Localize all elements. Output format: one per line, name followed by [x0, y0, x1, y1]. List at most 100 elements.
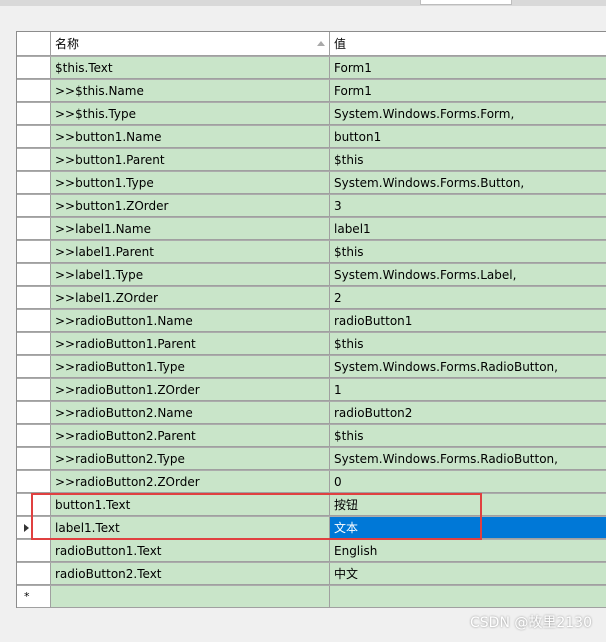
table-row[interactable]: >>radioButton1.Name radioButton1	[17, 310, 606, 333]
name-cell[interactable]: >>radioButton1.Type	[51, 356, 330, 378]
row-header[interactable]	[17, 310, 51, 332]
name-cell[interactable]: radioButton2.Text	[51, 563, 330, 585]
table-row[interactable]: $this.Text Form1	[17, 57, 606, 80]
row-header[interactable]	[17, 80, 51, 102]
name-cell[interactable]: >>button1.ZOrder	[51, 195, 330, 217]
row-header[interactable]	[17, 126, 51, 148]
row-header[interactable]	[17, 471, 51, 493]
name-cell[interactable]: radioButton1.Text	[51, 540, 330, 562]
value-cell[interactable]	[330, 586, 606, 608]
row-header[interactable]	[17, 379, 51, 401]
value-cell[interactable]: $this	[330, 149, 606, 171]
table-row[interactable]: >>button1.Parent $this	[17, 149, 606, 172]
name-cell[interactable]: >>radioButton1.Parent	[51, 333, 330, 355]
row-header[interactable]	[17, 517, 51, 539]
value-cell[interactable]: 按钮	[330, 494, 606, 516]
table-row[interactable]: >>radioButton1.ZOrder 1	[17, 379, 606, 402]
table-row[interactable]: >>button1.Name button1	[17, 126, 606, 149]
row-header[interactable]	[17, 448, 51, 470]
table-row[interactable]: >>radioButton2.ZOrder 0	[17, 471, 606, 494]
row-header[interactable]	[17, 103, 51, 125]
table-row[interactable]: >>$this.Type System.Windows.Forms.Form,	[17, 103, 606, 126]
row-header[interactable]	[17, 356, 51, 378]
value-cell[interactable]: 3	[330, 195, 606, 217]
table-row[interactable]: >>radioButton2.Parent $this	[17, 425, 606, 448]
name-cell[interactable]: $this.Text	[51, 57, 330, 79]
column-header-name[interactable]: 名称	[51, 32, 330, 56]
name-cell[interactable]: >>radioButton2.Parent	[51, 425, 330, 447]
table-row[interactable]: button1.Text 按钮	[17, 494, 606, 517]
value-cell[interactable]: label1	[330, 218, 606, 240]
corner-header[interactable]	[17, 32, 51, 56]
name-cell[interactable]: >>button1.Type	[51, 172, 330, 194]
value-cell[interactable]: radioButton2	[330, 402, 606, 424]
row-header[interactable]	[17, 287, 51, 309]
name-cell[interactable]: >>label1.ZOrder	[51, 287, 330, 309]
table-row[interactable]: >>button1.Type System.Windows.Forms.Butto…	[17, 172, 606, 195]
value-cell[interactable]: 2	[330, 287, 606, 309]
row-header[interactable]	[17, 563, 51, 585]
value-cell[interactable]: $this	[330, 425, 606, 447]
name-cell[interactable]: >>button1.Name	[51, 126, 330, 148]
name-cell[interactable]	[51, 586, 330, 608]
table-row[interactable]: >>label1.Type System.Windows.Forms.Label,	[17, 264, 606, 287]
name-cell[interactable]: >>$this.Type	[51, 103, 330, 125]
value-cell[interactable]: 0	[330, 471, 606, 493]
name-cell[interactable]: >>label1.Type	[51, 264, 330, 286]
row-header[interactable]	[17, 425, 51, 447]
new-row-header[interactable]: *	[17, 586, 51, 608]
value-cell[interactable]: Form1	[330, 80, 606, 102]
name-cell[interactable]: >>radioButton2.ZOrder	[51, 471, 330, 493]
value-cell[interactable]: Form1	[330, 57, 606, 79]
row-header[interactable]	[17, 402, 51, 424]
name-cell[interactable]: >>button1.Parent	[51, 149, 330, 171]
row-header[interactable]	[17, 494, 51, 516]
row-header[interactable]	[17, 149, 51, 171]
value-cell[interactable]: System.Windows.Forms.RadioButton,	[330, 448, 606, 470]
row-header[interactable]	[17, 241, 51, 263]
table-row[interactable]: radioButton1.Text English	[17, 540, 606, 563]
row-header[interactable]	[17, 195, 51, 217]
value-cell[interactable]: English	[330, 540, 606, 562]
name-cell[interactable]: >>label1.Name	[51, 218, 330, 240]
table-row[interactable]: >>label1.Name label1	[17, 218, 606, 241]
row-header[interactable]	[17, 333, 51, 355]
value-cell[interactable]: $this	[330, 333, 606, 355]
value-cell[interactable]: 文本	[330, 517, 606, 539]
name-cell[interactable]: >>radioButton1.ZOrder	[51, 379, 330, 401]
table-row[interactable]: radioButton2.Text 中文	[17, 563, 606, 586]
value-cell[interactable]: System.Windows.Forms.Button,	[330, 172, 606, 194]
value-cell[interactable]: button1	[330, 126, 606, 148]
table-row[interactable]: >>radioButton2.Name radioButton2	[17, 402, 606, 425]
row-header[interactable]	[17, 172, 51, 194]
value-cell[interactable]: System.Windows.Forms.Label,	[330, 264, 606, 286]
name-cell[interactable]: >>radioButton1.Name	[51, 310, 330, 332]
value-cell[interactable]: 中文	[330, 563, 606, 585]
table-row[interactable]: >>radioButton1.Parent $this	[17, 333, 606, 356]
name-cell[interactable]: >>radioButton2.Name	[51, 402, 330, 424]
designer-tab[interactable]	[420, 0, 512, 5]
row-header[interactable]	[17, 57, 51, 79]
name-cell[interactable]: button1.Text	[51, 494, 330, 516]
value-cell[interactable]: radioButton1	[330, 310, 606, 332]
table-row[interactable]: >>$this.Name Form1	[17, 80, 606, 103]
value-cell[interactable]: $this	[330, 241, 606, 263]
value-cell[interactable]: System.Windows.Forms.Form,	[330, 103, 606, 125]
table-row[interactable]: >>radioButton1.Type System.Windows.Forms.…	[17, 356, 606, 379]
table-row[interactable]: >>button1.ZOrder 3	[17, 195, 606, 218]
table-row[interactable]: >>radioButton2.Type System.Windows.Forms.…	[17, 448, 606, 471]
name-cell[interactable]: >>radioButton2.Type	[51, 448, 330, 470]
value-cell[interactable]: System.Windows.Forms.RadioButton,	[330, 356, 606, 378]
new-row[interactable]: *	[17, 586, 606, 609]
value-cell[interactable]: 1	[330, 379, 606, 401]
table-row[interactable]: >>label1.ZOrder 2	[17, 287, 606, 310]
row-header[interactable]	[17, 264, 51, 286]
table-row[interactable]: >>label1.Parent $this	[17, 241, 606, 264]
column-header-value[interactable]: 值	[330, 32, 606, 56]
table-row[interactable]: label1.Text 文本	[17, 517, 606, 540]
name-cell[interactable]: >>label1.Parent	[51, 241, 330, 263]
name-cell[interactable]: >>$this.Name	[51, 80, 330, 102]
row-header[interactable]	[17, 218, 51, 240]
row-header[interactable]	[17, 540, 51, 562]
name-cell[interactable]: label1.Text	[51, 517, 330, 539]
